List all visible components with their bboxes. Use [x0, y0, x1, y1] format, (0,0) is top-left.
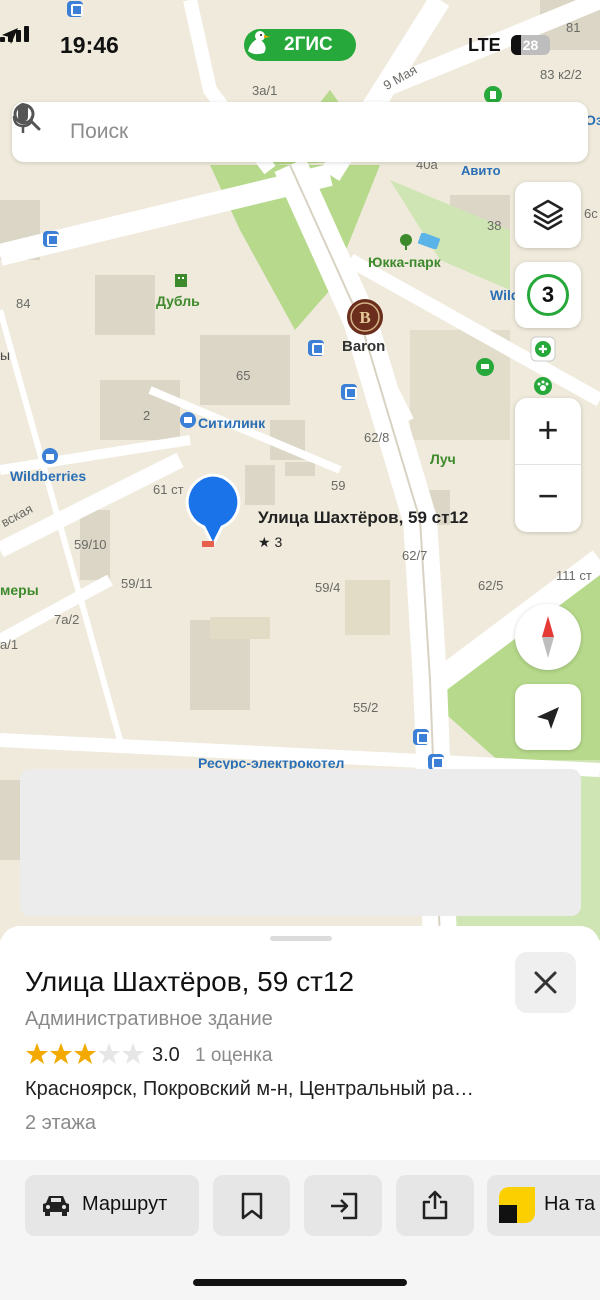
house-label: 59/10	[74, 537, 107, 552]
map-view[interactable]: 9 Мая 3а/1 81 83 к2/2 Оз Авито 40а 38 6с…	[0, 0, 600, 940]
close-button[interactable]	[515, 952, 576, 1013]
search-input[interactable]	[70, 102, 530, 162]
traffic-button[interactable]: 3	[515, 262, 581, 328]
close-icon	[534, 971, 557, 994]
rating-value: 3.0	[152, 1044, 180, 1066]
entrances-button[interactable]	[304, 1175, 382, 1236]
ad-placeholder	[20, 769, 581, 916]
sheet-grabber[interactable]	[270, 936, 332, 941]
taxi-button[interactable]: На та	[487, 1175, 600, 1236]
bus-stop-icon[interactable]	[341, 384, 357, 400]
place-address: Красноярск, Покровский м-н, Центральный …	[25, 1078, 474, 1100]
house-label: 6с	[584, 206, 598, 221]
brand-badge[interactable]: 2ГИС	[244, 29, 356, 61]
svg-text:B: B	[359, 308, 370, 327]
layers-button[interactable]	[515, 182, 581, 248]
battery-percent: 28	[522, 37, 539, 53]
house-label: 55/2	[353, 700, 379, 715]
house-label: 62/8	[364, 430, 390, 445]
poi-label-citilink[interactable]: Ситилинк	[198, 415, 265, 431]
taxi-label: На та	[544, 1193, 596, 1215]
compass-icon	[542, 616, 554, 658]
house-label: 83 к2/2	[540, 67, 582, 82]
entrance-icon	[331, 1192, 358, 1220]
bus-stop-icon[interactable]	[43, 231, 59, 247]
house-label: 84	[16, 296, 31, 311]
house-label: 7а/2	[54, 612, 80, 627]
cart-icon	[476, 358, 494, 376]
poi-label-luch[interactable]: Луч	[430, 451, 456, 467]
place-card: Улица Шахтёров, 59 ст12 Административное…	[0, 926, 600, 1300]
layers-icon	[532, 199, 564, 231]
map-fragment-label: ы	[0, 347, 11, 363]
shop-bag-icon	[42, 448, 58, 464]
selected-place-rating: ★ 3	[258, 534, 283, 550]
shop-box-icon	[180, 412, 196, 428]
search-bar[interactable]	[12, 102, 588, 162]
bus-stop-icon[interactable]	[428, 754, 444, 770]
share-button[interactable]	[396, 1175, 474, 1236]
rating-row[interactable]: 3.0 1 оценка	[25, 1042, 425, 1066]
bus-stop-icon[interactable]	[413, 729, 429, 745]
house-label: 59/4	[315, 580, 341, 595]
zoom-in-button[interactable]: +	[515, 398, 581, 465]
route-button[interactable]: Маршрут	[25, 1175, 199, 1236]
share-icon	[422, 1190, 448, 1220]
traffic-level: 3	[527, 274, 569, 316]
battery-icon: 28	[511, 35, 550, 55]
zoom-controls: + −	[515, 398, 581, 532]
bookmark-button[interactable]	[213, 1175, 290, 1236]
location-pin-icon[interactable]	[184, 473, 244, 551]
house-label: а/1	[0, 637, 19, 652]
house-label: 65	[236, 368, 251, 383]
poi-label-avito[interactable]: Авито	[461, 163, 501, 178]
building-icon	[175, 274, 187, 287]
house-label: 111 ст	[556, 568, 592, 583]
poi-label-wildberries[interactable]: Wildberries	[10, 468, 86, 484]
house-label: 38	[487, 218, 502, 233]
house-label: 59/11	[121, 576, 153, 591]
bus-stop-icon[interactable]	[308, 340, 324, 356]
tree-icon	[400, 234, 412, 250]
selected-place-label: Улица Шахтёров, 59 ст12	[258, 508, 469, 527]
star-rating-icon	[26, 1043, 144, 1064]
compass-button[interactable]	[515, 604, 581, 670]
status-bar: 19:46 2ГИС LTE 28	[0, 26, 600, 66]
brand-name: 2ГИС	[284, 34, 333, 55]
place-category: Административное здание	[25, 1008, 273, 1030]
poi-label: меры	[0, 582, 39, 598]
selected-building-marker	[202, 541, 214, 547]
place-title: Улица Шахтёров, 59 ст12	[25, 966, 355, 997]
house-label: 62/5	[478, 578, 504, 593]
goose-logo-icon	[248, 31, 270, 55]
car-icon	[43, 1196, 69, 1216]
place-floors: 2 этажа	[25, 1112, 97, 1134]
taxi-logo-icon	[499, 1187, 535, 1223]
rating-count[interactable]: 1 оценка	[195, 1045, 272, 1067]
poi-label-yukka-park[interactable]: Юкка-парк	[368, 254, 441, 270]
baron-logo-icon[interactable]: B	[346, 298, 384, 336]
poi-label-dubl[interactable]: Дубль	[156, 293, 200, 309]
house-label: 61 ст	[153, 482, 184, 497]
status-time: 19:46	[60, 32, 119, 58]
pharmacy-icon[interactable]: ✚	[530, 336, 556, 364]
pet-paw-icon	[534, 377, 552, 395]
zoom-out-button[interactable]: −	[515, 465, 581, 532]
bus-stop-icon[interactable]	[67, 1, 83, 17]
svg-text:✚: ✚	[538, 343, 547, 356]
bookmark-icon	[241, 1192, 263, 1220]
navigation-arrow-icon	[537, 707, 559, 729]
house-label: 62/7	[402, 548, 428, 563]
route-label: Маршрут	[82, 1193, 168, 1215]
network-type: LTE	[468, 35, 501, 55]
microphone-icon[interactable]	[12, 102, 34, 134]
pool-icon	[418, 233, 440, 249]
poi-label-baron[interactable]: Baron	[342, 338, 385, 355]
my-location-button[interactable]	[515, 684, 581, 750]
house-label: 2	[143, 408, 151, 423]
home-indicator[interactable]	[193, 1279, 407, 1286]
cellular-signal-icon	[0, 26, 29, 42]
house-label: 3а/1	[252, 83, 278, 98]
house-label: 59	[331, 478, 346, 493]
